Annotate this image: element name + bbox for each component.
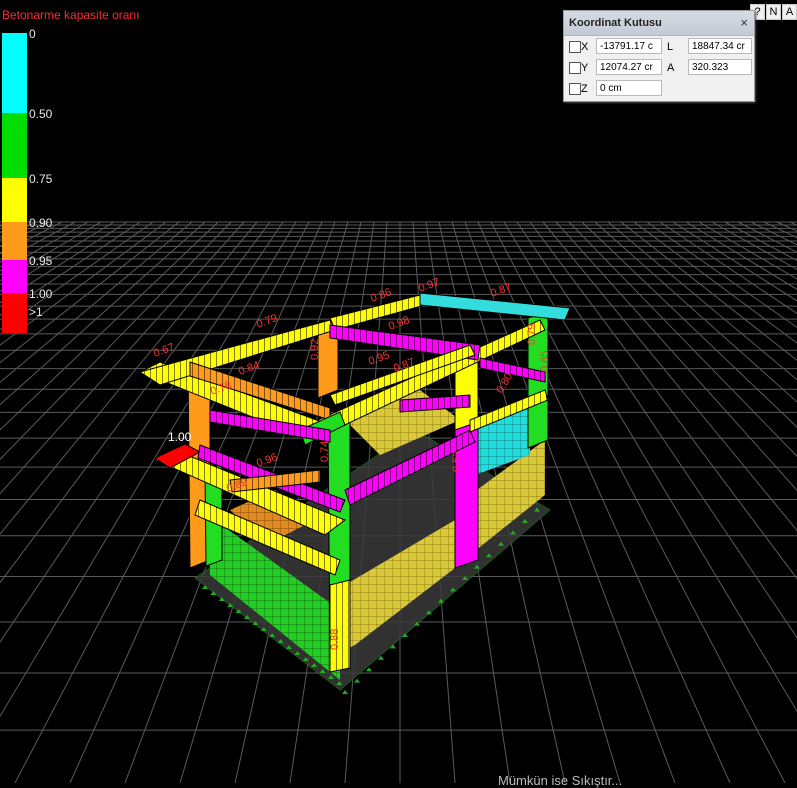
member-value-label: 0.95	[367, 349, 391, 368]
x-row: X -13791.17 c L 18847.34 cr	[568, 38, 752, 56]
close-icon[interactable]: ×	[740, 15, 748, 30]
legend-title: Betonarme kapasite oranı	[2, 8, 140, 22]
status-text: Mümkün ise Sıkıştır...	[498, 773, 623, 788]
y-row: Y 12074.27 cr A 320.323	[568, 59, 752, 77]
member-value-label: 0.92	[309, 339, 321, 360]
view-auto-button[interactable]: A	[782, 4, 797, 20]
legend-color-swatch	[2, 113, 27, 178]
legend-label: 0.50	[29, 107, 53, 121]
legend-color-swatch	[2, 33, 27, 113]
legend-color-swatch	[2, 222, 27, 260]
legend-label: 0.75	[29, 172, 53, 186]
x-lock-checkbox[interactable]	[569, 41, 581, 53]
3d-viewport[interactable]: 0.67 0.79 0.84 0.92 0.98 0.95 0.86 0.97 0.87 0.79…	[0, 0, 797, 784]
member-value-label: 0.74	[319, 441, 331, 462]
support-marker	[342, 690, 348, 694]
a-value-field[interactable]: 320.323	[688, 59, 752, 75]
member-value-label: 0.97	[417, 276, 441, 295]
legend-color-swatch	[2, 178, 27, 222]
legend-label: >1	[29, 305, 43, 319]
legend-label: 0	[29, 27, 36, 41]
support-marker	[354, 678, 360, 683]
coordinate-box-title: Koordinat Kutusu	[569, 17, 662, 29]
l-label: L	[667, 41, 674, 53]
z-row: Z 0 cm	[568, 80, 752, 98]
column-front-green-base	[329, 579, 351, 673]
z-axis-label: Z	[581, 83, 588, 95]
member-value-label: 0.88	[329, 629, 341, 650]
z-lock-checkbox[interactable]	[569, 83, 581, 95]
x-value-field[interactable]: -13791.17 c	[596, 38, 662, 54]
member-value-label: 0.67	[152, 341, 176, 360]
highlight-value-label: 1.00	[168, 430, 192, 444]
legend-color-swatch	[2, 260, 27, 293]
view-buttons: ? N A	[749, 4, 797, 20]
view-north-button[interactable]: N	[766, 4, 781, 20]
y-value-field[interactable]: 12074.27 cr	[596, 59, 662, 75]
coordinate-box-header[interactable]: Koordinat Kutusu ×	[564, 11, 754, 36]
legend-label: 0.90	[29, 216, 53, 230]
a-label: A	[667, 62, 675, 74]
z-value-field[interactable]: 0 cm	[596, 80, 662, 96]
structure-3d-model[interactable]: 0.670.790.840.920.980.950.860.97 0.870.79…	[0, 0, 797, 784]
member-value-label: 0.85	[539, 351, 551, 372]
y-lock-checkbox[interactable]	[569, 62, 581, 74]
legend-label: 0.95	[29, 254, 53, 268]
member-value-label: 0.84	[237, 359, 261, 378]
member-value-label: 0.98	[387, 314, 411, 333]
member-value-label: 0.79	[526, 324, 538, 345]
legend-label: 1.00	[29, 287, 53, 301]
l-value-field[interactable]: 18847.34 cr	[688, 38, 752, 54]
legend-color-swatch	[2, 293, 27, 333]
support-marker	[366, 667, 372, 672]
y-axis-label: Y	[581, 62, 589, 74]
x-axis-label: X	[581, 41, 589, 53]
coordinate-box-panel: Koordinat Kutusu × X -13791.17 c L 18847…	[563, 10, 755, 102]
member-value-label: 0.79	[255, 312, 279, 331]
member-value-label: 0.52	[451, 451, 463, 472]
